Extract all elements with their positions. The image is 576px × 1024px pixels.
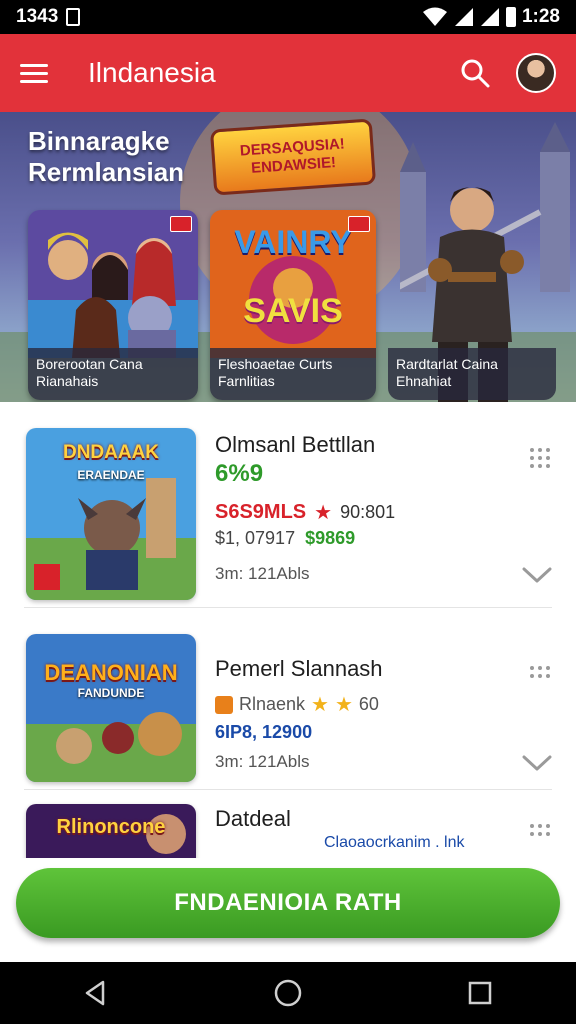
list-item-3-thumb-title: Rlinoncone (56, 816, 166, 838)
list-item-2-thumbnail[interactable]: DEANONIAN FANDUNDE (26, 634, 196, 782)
cta-container: FNDAENIOIA RATH (0, 858, 576, 962)
sim-card-icon (66, 8, 81, 26)
list-item-1-name: Olmsanl Bettllan (215, 432, 376, 457)
app-title: Ilndanesia (88, 57, 216, 88)
hero-title: Binnaragke Rermlansian (28, 126, 184, 188)
star-icon: ★ (311, 694, 329, 716)
status-time-left: 1343 (16, 6, 59, 27)
list-item-2-art (26, 634, 196, 782)
hero-card-1-caption: Borerootan Cana Rianahais (28, 348, 198, 400)
list-item-1-price-row: S6S9MLS ★ 90:801 (215, 500, 395, 525)
list-item-1-price-row-2: $1, 07917 $9869 (215, 528, 355, 549)
list-item-1-thumbnail[interactable]: DNDAAAK ERAENDAE (26, 428, 196, 600)
search-icon[interactable] (460, 58, 490, 88)
back-button[interactable] (76, 973, 116, 1013)
hero-banner: Binnaragke Rermlansian DERSAQUSIA! ENDAW… (0, 112, 576, 402)
list-item-2-stars: 60 (358, 694, 379, 714)
home-circle-icon (274, 979, 302, 1007)
app-bar: Ilndanesia (0, 34, 576, 112)
list-item-2-badge: Rlnaenk (239, 694, 306, 714)
hero-card-1-caption-line2: Rianahais (36, 373, 99, 389)
list-item-1-thumb-subtitle: ERAENDAE (77, 468, 145, 482)
hero-card-2-badge (348, 216, 370, 232)
hero-card-1-badge (170, 216, 192, 232)
list-item-3-name: Datdeal (215, 806, 291, 831)
hero-card-2[interactable]: VAINRY SAVIS Fleshoaetae Curts Farnlitia… (210, 210, 376, 400)
avatar[interactable] (516, 53, 556, 93)
list-item-1-price-red: S6S9MLS (215, 501, 307, 523)
hero-card-1-art (28, 210, 198, 358)
hero-title-line1: Binnaragke (28, 126, 170, 156)
list-item-2[interactable]: DEANONIAN FANDUNDE Pemerl Slannash Rlnae… (24, 608, 552, 790)
list-item-1-price-gray: $1, 07917 (215, 528, 296, 548)
list-item-1-rating: 6%9 (215, 460, 264, 487)
hero-card-3-caption-line1: Rardtarlat Caina (396, 356, 498, 372)
signal-icon-1 (454, 8, 473, 26)
star-icon: ★ (334, 694, 353, 716)
more-options-icon[interactable] (528, 446, 552, 470)
list-item-1[interactable]: DNDAAAK ERAENDAE Olmsanl Bettllan 6%9 S6… (24, 402, 552, 608)
status-bar: 1343 1:28 (0, 0, 576, 34)
list-item-2-meta: 3m: 121Abls (215, 752, 310, 771)
list-item-2-price-blue: 6IP8, 12900 (215, 722, 313, 742)
recents-square-icon (468, 981, 492, 1005)
list-item-3-sub: Claoaocrkanim . lnk (324, 834, 465, 851)
list-item-2-thumb-subtitle: FANDUNDE (77, 686, 145, 700)
status-time-right: 1:28 (521, 6, 560, 27)
screen: 1343 1:28 Ilndanesia Binnaragke Rermlans… (0, 0, 576, 1024)
hero-card-2-caption: Fleshoaetae Curts Farnlitias (210, 348, 376, 400)
hero-card-2-caption-line2: Farnlitias (218, 373, 275, 389)
hero-logo: DERSAQUSIA! ENDAWSIE! (209, 118, 377, 196)
back-triangle-icon (85, 980, 105, 1006)
recents-button[interactable] (460, 973, 500, 1013)
chevron-down-icon[interactable] (522, 754, 552, 772)
status-left: 1343 (16, 6, 81, 28)
list-item-2-thumb-title: DEANONIAN (44, 660, 178, 685)
hero-card-3-caption: Rardtarlat Caina Ehnahiat (388, 348, 556, 400)
list-item-1-price-extra: 90:801 (340, 502, 396, 522)
wifi-icon (422, 7, 447, 26)
hero-card-2-caption-line1: Fleshoaetae Curts (218, 356, 333, 372)
list-item-2-name: Pemerl Slannash (215, 656, 383, 681)
battery-icon (505, 7, 516, 27)
menu-icon[interactable] (20, 59, 48, 87)
more-options-icon[interactable] (528, 822, 552, 846)
star-icon: ★ (314, 502, 333, 524)
hero-card-3-caption-line2: Ehnahiat (396, 373, 452, 389)
home-button[interactable] (268, 973, 308, 1013)
system-nav-bar (0, 962, 576, 1024)
signal-icon-2 (480, 8, 499, 26)
more-options-icon[interactable] (528, 664, 552, 688)
list-item-2-badge-row: Rlnaenk ★ ★ 60 (215, 692, 379, 717)
list-item-1-thumb-title: DNDAAAK (62, 442, 160, 463)
hero-card-1-caption-line1: Borerootan Cana (36, 356, 143, 372)
hero-title-line2: Rermlansian (28, 157, 185, 187)
game-list: DNDAAAK ERAENDAE Olmsanl Bettllan 6%9 S6… (0, 402, 576, 874)
badge-icon (215, 695, 233, 714)
hero-card-1[interactable]: Borerootan Cana Rianahais (28, 210, 198, 400)
list-item-1-price-green: $9869 (305, 528, 356, 548)
hero-card-3[interactable]: Rardtarlat Caina Ehnahiat (388, 210, 556, 400)
cta-button[interactable]: FNDAENIOIA RATH (16, 868, 560, 938)
status-right: 1:28 (422, 6, 560, 28)
chevron-down-icon[interactable] (522, 566, 552, 584)
list-item-1-meta: 3m: 121Abls (215, 564, 310, 583)
hero-card-2-logo-line2: SAVIS (243, 292, 343, 330)
